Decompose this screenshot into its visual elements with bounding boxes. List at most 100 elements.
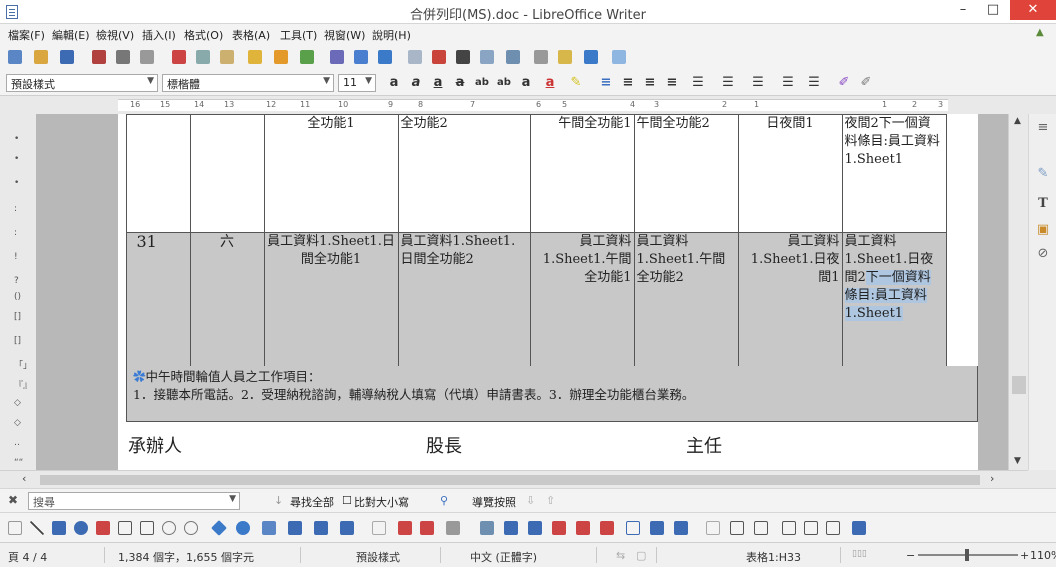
points-icon[interactable] (372, 521, 386, 535)
table-cell[interactable]: 員工資料1.Sheet1.日夜間1 (737, 232, 843, 367)
italic-icon[interactable]: a (408, 75, 424, 91)
group-icon[interactable] (706, 521, 720, 535)
anchor-icon[interactable] (552, 521, 566, 535)
caption-icon[interactable] (826, 521, 840, 535)
sidebar-menu-icon[interactable]: ≡ (1035, 120, 1051, 136)
navigate-down-icon[interactable]: ⇩ (526, 494, 535, 507)
line-icon[interactable] (30, 521, 44, 535)
new-document-icon[interactable] (8, 50, 22, 64)
horizontal-scrollbar[interactable]: ‹ › (0, 470, 1028, 488)
vertical-scrollbar[interactable]: ▲ ▼ (1008, 114, 1028, 470)
menu-tools[interactable]: 工具(T) (280, 27, 317, 43)
paste-icon[interactable] (220, 50, 234, 64)
table-cell[interactable]: 午間全功能2 (633, 114, 739, 233)
select-icon[interactable] (8, 521, 22, 535)
table-cell[interactable]: 日夜間1 (737, 114, 843, 233)
hyperlink-icon[interactable] (534, 50, 548, 64)
page-style[interactable]: 預設樣式 (356, 549, 400, 565)
form-icon[interactable] (754, 521, 768, 535)
paragraph-style-select[interactable]: 預設樣式 ▼ (6, 74, 158, 92)
wrap-page-icon[interactable] (528, 521, 542, 535)
scroll-left-icon[interactable]: ‹ (22, 472, 26, 485)
strikethrough-icon[interactable]: a (452, 75, 468, 91)
table-cell-ref[interactable]: 表格1:H33 (746, 549, 801, 565)
document-page[interactable]: 全功能1 全功能2 午間全功能1 午間全功能2 日夜間1 夜間2下一個資料條目:… (118, 114, 978, 470)
close-button[interactable]: ✕ (1010, 0, 1056, 20)
search-input[interactable]: 搜尋 ▼ (28, 492, 240, 510)
vertical-ruler[interactable]: • • •: :!?() [][] 「」 『』 ◇ ◇ ‥ ““ (0, 114, 36, 470)
menu-file[interactable]: 檔案(F) (8, 27, 45, 43)
print-icon[interactable] (116, 50, 130, 64)
bullets-icon[interactable]: ☰ (720, 75, 736, 91)
rectangle-icon[interactable] (52, 521, 66, 535)
menu-view[interactable]: 檢視(V) (96, 27, 134, 43)
find-replace-icon[interactable] (354, 50, 368, 64)
callout-icon[interactable] (162, 521, 176, 535)
text-icon[interactable] (118, 521, 132, 535)
ellipse-icon[interactable] (74, 521, 88, 535)
redo-icon[interactable] (300, 50, 314, 64)
curve-icon[interactable] (184, 521, 198, 535)
align-objects-icon[interactable] (626, 521, 640, 535)
close-document-icon[interactable]: ▲ (1036, 28, 1046, 38)
document-area[interactable]: 全功能1 全功能2 午間全功能1 午間全功能2 日夜間1 夜間2下一個資料條目:… (36, 114, 1008, 470)
open-icon[interactable] (34, 50, 48, 64)
insert-image-icon[interactable] (432, 50, 446, 64)
line-spacing-icon[interactable]: ☰ (690, 75, 706, 91)
properties-icon[interactable]: ✎ (1035, 166, 1051, 182)
scroll-thumb[interactable] (40, 475, 980, 485)
insert-chart-icon[interactable] (420, 521, 434, 535)
highlight-icon[interactable]: ✎ (568, 75, 584, 91)
navigator-icon[interactable] (584, 50, 598, 64)
table-cell[interactable] (125, 114, 191, 233)
insert-field-icon[interactable] (480, 50, 494, 64)
zoom-out-icon[interactable]: − (906, 549, 915, 562)
zoom-in-icon[interactable]: + (1020, 549, 1029, 562)
export-pdf-icon[interactable] (92, 50, 106, 64)
menu-window[interactable]: 視窗(W) (324, 27, 365, 43)
anchor-paragraph-icon[interactable] (576, 521, 590, 535)
minimize-button[interactable]: – (948, 0, 978, 20)
find-prev-icon[interactable]: ↓ (274, 494, 283, 507)
menu-format[interactable]: 格式(O) (184, 27, 223, 43)
word-count[interactable]: 1,384 個字，1,655 個字元 (118, 549, 254, 565)
scroll-down-icon[interactable]: ▼ (1014, 456, 1021, 466)
bring-front-icon[interactable] (650, 521, 664, 535)
callouts-icon[interactable] (314, 521, 328, 535)
scroll-thumb[interactable] (1012, 376, 1026, 394)
special-character-icon[interactable] (506, 50, 520, 64)
wrap-icon[interactable] (480, 521, 494, 535)
bold-icon[interactable]: a (386, 75, 402, 91)
table-cell-active[interactable]: 員工資料1.Sheet1.日夜間2下一個資料條目:員工資料1.Sheet1 (841, 232, 947, 367)
gallery-icon[interactable]: ▣ (1035, 222, 1051, 238)
polygon-icon[interactable] (96, 521, 110, 535)
zoom-slider-knob[interactable] (965, 549, 969, 561)
match-case-checkbox-icon[interactable]: ☐ (342, 494, 352, 507)
formatting-marks-icon[interactable] (378, 50, 392, 64)
table-cell[interactable]: 午間全功能1 (529, 114, 635, 233)
align-left-icon[interactable]: ≡ (598, 75, 614, 91)
underline-icon[interactable]: a (430, 75, 446, 91)
duty-note[interactable]: ✿中午時間輪值人員之工作項目： 1．接聽本所電話。2．受理納稅諮詢，輔導納稅人填… (126, 366, 978, 422)
align-right-icon[interactable]: ≡ (642, 75, 658, 91)
stars-icon[interactable] (340, 521, 354, 535)
justify-icon[interactable]: ≡ (664, 75, 680, 91)
menu-table[interactable]: 表格(A) (232, 27, 270, 43)
scroll-right-icon[interactable]: › (990, 472, 994, 485)
footnote-icon[interactable] (558, 50, 572, 64)
extrusion-icon[interactable] (852, 521, 866, 535)
block-arrows-icon[interactable] (262, 521, 276, 535)
anchor-char-icon[interactable] (600, 521, 614, 535)
sidebar-toggle-icon[interactable] (612, 50, 626, 64)
frame-icon[interactable] (730, 521, 744, 535)
table-cell[interactable]: 員工資料1.Sheet1.日間全功能2 (397, 232, 531, 367)
textbox-icon[interactable] (782, 521, 796, 535)
navigate-by-label[interactable]: 導覽按照 (472, 494, 516, 510)
insert-image-toggle-icon[interactable] (398, 521, 412, 535)
menu-help[interactable]: 說明(H) (372, 27, 411, 43)
shadow-icon[interactable]: a (518, 75, 534, 91)
clone-format-icon[interactable] (248, 50, 262, 64)
decrease-indent-icon[interactable]: ☰ (780, 75, 796, 91)
wrap-off-icon[interactable] (504, 521, 518, 535)
navigator-side-icon[interactable]: ⊘ (1035, 246, 1051, 262)
